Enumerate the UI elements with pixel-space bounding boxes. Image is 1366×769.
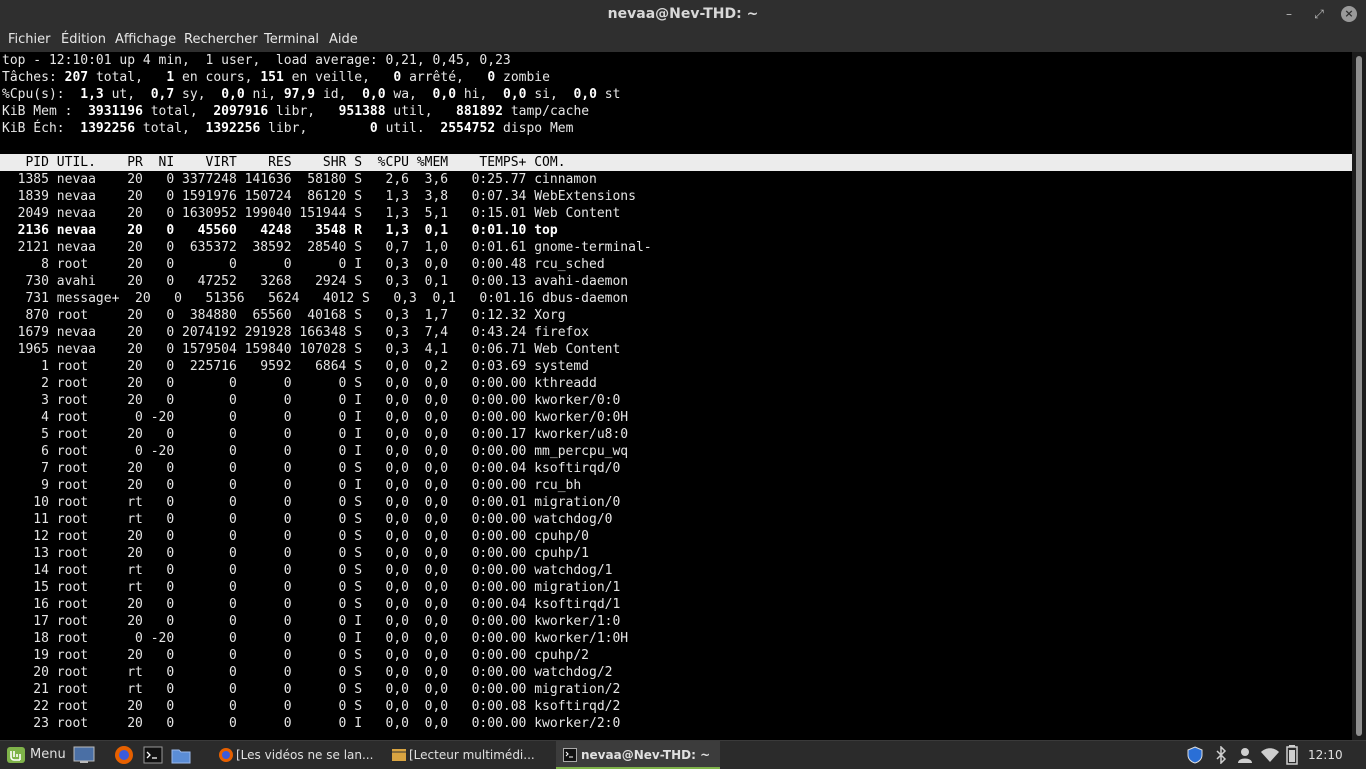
process-row: 14 root rt 0 0 0 0 S 0,0 0,0 0:00.00 wat… bbox=[2, 563, 613, 578]
menu-bar: Fichier Édition Affichage Rechercher Ter… bbox=[0, 28, 1366, 52]
process-row: 19 root 20 0 0 0 0 S 0,0 0,0 0:00.00 cpu… bbox=[2, 648, 589, 663]
mem-line: KiB Mem : 3931196 total, 2097916 libr, 9… bbox=[2, 104, 590, 119]
media-player-icon bbox=[392, 749, 406, 761]
scrollbar-thumb[interactable] bbox=[1356, 56, 1362, 736]
process-row: 8 root 20 0 0 0 0 I 0,3 0,0 0:00.48 rcu_… bbox=[2, 257, 605, 272]
terminal-view[interactable]: top - 12:10:01 up 4 min, 1 user, load av… bbox=[0, 52, 1352, 740]
firefox-icon[interactable] bbox=[114, 745, 134, 765]
user-icon[interactable] bbox=[1236, 746, 1254, 764]
terminal-scrollbar[interactable] bbox=[1352, 52, 1366, 740]
process-row: 5 root 20 0 0 0 0 I 0,0 0,0 0:00.17 kwor… bbox=[2, 427, 629, 442]
files-icon[interactable] bbox=[171, 745, 191, 765]
menu-terminal[interactable]: Terminal bbox=[264, 28, 319, 52]
show-desktop-icon[interactable] bbox=[73, 746, 95, 764]
process-row: 16 root 20 0 0 0 0 S 0,0 0,0 0:00.04 kso… bbox=[2, 597, 621, 612]
minimize-button[interactable]: – bbox=[1281, 6, 1297, 22]
maximize-button[interactable]: ⤢ bbox=[1311, 6, 1327, 22]
tasks-line: Tâches: 207 total, 1 en cours, 151 en ve… bbox=[2, 70, 550, 85]
firefox-icon bbox=[219, 748, 233, 762]
process-row: 17 root 20 0 0 0 0 I 0,0 0,0 0:00.00 kwo… bbox=[2, 614, 621, 629]
process-row: 9 root 20 0 0 0 0 I 0,0 0,0 0:00.00 rcu_… bbox=[2, 478, 582, 493]
column-headers: PID UTIL. PR NI VIRT RES SHR S %CPU %MEM… bbox=[2, 155, 566, 170]
process-row: 21 root rt 0 0 0 0 S 0,0 0,0 0:00.00 mig… bbox=[2, 682, 621, 697]
menu-label: Menu bbox=[30, 747, 66, 762]
window-titlebar[interactable]: nevaa@Nev-THD: ~ – ⤢ × bbox=[0, 0, 1366, 28]
process-row: 2121 nevaa 20 0 635372 38592 28540 S 0,7… bbox=[2, 240, 652, 255]
taskbar: Menu [Les vidéos ne se lan... [Lecteur m… bbox=[0, 740, 1366, 769]
process-row: 1965 nevaa 20 0 1579504 159840 107028 S … bbox=[2, 342, 621, 357]
process-row: 3 root 20 0 0 0 0 I 0,0 0,0 0:00.00 kwor… bbox=[2, 393, 621, 408]
battery-icon[interactable] bbox=[1286, 745, 1298, 765]
swap-line: KiB Éch: 1392256 total, 1392256 libr, 0 … bbox=[2, 121, 574, 136]
close-button[interactable]: × bbox=[1341, 6, 1357, 22]
process-row: 22 root 20 0 0 0 0 S 0,0 0,0 0:00.08 kso… bbox=[2, 699, 621, 714]
wifi-icon[interactable] bbox=[1260, 746, 1280, 764]
process-row: 2049 nevaa 20 0 1630952 199040 151944 S … bbox=[2, 206, 621, 221]
process-row: 730 avahi 20 0 47252 3268 2924 S 0,3 0,1… bbox=[2, 274, 629, 289]
task-terminal-window[interactable]: nevaa@Nev-THD: ~ bbox=[563, 741, 719, 769]
process-row: 1839 nevaa 20 0 1591976 150724 86120 S 1… bbox=[2, 189, 636, 204]
window-title: nevaa@Nev-THD: ~ bbox=[607, 6, 759, 22]
process-row: 20 root rt 0 0 0 0 S 0,0 0,0 0:00.00 wat… bbox=[2, 665, 613, 680]
top-uptime-line: top - 12:10:01 up 4 min, 1 user, load av… bbox=[2, 53, 511, 68]
process-table-header[interactable]: PID UTIL. PR NI VIRT RES SHR S %CPU %MEM… bbox=[0, 154, 1352, 171]
process-row: 23 root 20 0 0 0 0 I 0,0 0,0 0:00.00 kwo… bbox=[2, 716, 621, 731]
terminal-icon[interactable] bbox=[143, 745, 163, 765]
clock[interactable]: 12:10 bbox=[1308, 741, 1343, 769]
process-row: 1679 nevaa 20 0 2074192 291928 166348 S … bbox=[2, 325, 589, 340]
process-row: 12 root 20 0 0 0 0 S 0,0 0,0 0:00.00 cpu… bbox=[2, 529, 589, 544]
process-row: 870 root 20 0 384880 65560 40168 S 0,3 1… bbox=[2, 308, 566, 323]
process-row: 1 root 20 0 225716 9592 6864 S 0,0 0,2 0… bbox=[2, 359, 589, 374]
shield-icon[interactable] bbox=[1186, 746, 1204, 764]
menu-affichage[interactable]: Affichage bbox=[115, 28, 176, 52]
task-label: nevaa@Nev-THD: ~ bbox=[581, 748, 711, 762]
process-row: 6 root 0 -20 0 0 0 I 0,0 0,0 0:00.00 mm_… bbox=[2, 444, 629, 459]
process-row: 13 root 20 0 0 0 0 S 0,0 0,0 0:00.00 cpu… bbox=[2, 546, 589, 561]
task-media-player-window[interactable]: [Lecteur multimédi... bbox=[391, 741, 551, 769]
process-row: 11 root rt 0 0 0 0 S 0,0 0,0 0:00.00 wat… bbox=[2, 512, 613, 527]
menu-rechercher[interactable]: Rechercher bbox=[184, 28, 258, 52]
task-firefox-window[interactable]: [Les vidéos ne se lan... bbox=[218, 741, 378, 769]
menu-fichier[interactable]: Fichier bbox=[8, 28, 51, 52]
menu-edition[interactable]: Édition bbox=[61, 28, 106, 52]
menu-aide[interactable]: Aide bbox=[329, 28, 358, 52]
process-row: 4 root 0 -20 0 0 0 I 0,0 0,0 0:00.00 kwo… bbox=[2, 410, 629, 425]
process-row: 731 message+ 20 0 51356 5624 4012 S 0,3 … bbox=[2, 291, 629, 306]
process-row: 18 root 0 -20 0 0 0 I 0,0 0,0 0:00.00 kw… bbox=[2, 631, 629, 646]
bluetooth-icon[interactable] bbox=[1214, 746, 1228, 764]
task-label: [Les vidéos ne se lan... bbox=[236, 748, 374, 762]
task-label: [Lecteur multimédi... bbox=[409, 748, 535, 762]
process-row: 1385 nevaa 20 0 3377248 141636 58180 S 2… bbox=[2, 172, 597, 187]
process-row: 2 root 20 0 0 0 0 S 0,0 0,0 0:00.00 kthr… bbox=[2, 376, 597, 391]
process-row: 2136 nevaa 20 0 45560 4248 3548 R 1,3 0,… bbox=[2, 223, 558, 238]
mint-logo-icon bbox=[7, 747, 25, 763]
cpu-line: %Cpu(s): 1,3 ut, 0,7 sy, 0,0 ni, 97,9 id… bbox=[2, 87, 621, 102]
terminal-icon bbox=[563, 748, 577, 762]
process-row: 15 root rt 0 0 0 0 S 0,0 0,0 0:00.00 mig… bbox=[2, 580, 621, 595]
process-row: 7 root 20 0 0 0 0 S 0,0 0,0 0:00.04 ksof… bbox=[2, 461, 621, 476]
process-row: 10 root rt 0 0 0 0 S 0,0 0,0 0:00.01 mig… bbox=[2, 495, 621, 510]
